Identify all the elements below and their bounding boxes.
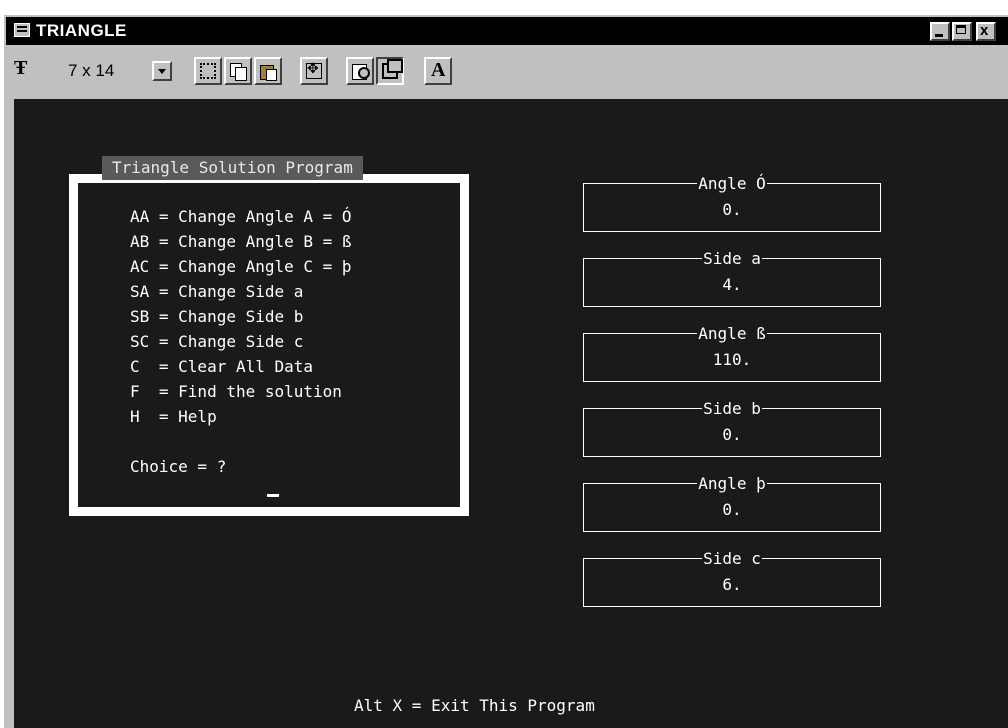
- field-value: 110.: [712, 350, 752, 369]
- field-label: Angle Ó: [697, 174, 767, 193]
- field-label: Side a: [702, 249, 762, 268]
- background-icon: [382, 59, 403, 79]
- menu-item-sc: SC = Change Side c: [130, 332, 304, 351]
- font-icon: A: [431, 59, 446, 81]
- copy-button[interactable]: [224, 57, 252, 85]
- menu-item-sb: SB = Change Side b: [130, 307, 304, 326]
- maximize-button[interactable]: [952, 22, 972, 41]
- field-value: 0.: [722, 500, 742, 519]
- menu-title: Triangle Solution Program: [102, 156, 363, 180]
- minimize-button[interactable]: [930, 22, 950, 41]
- mark-button[interactable]: [194, 57, 222, 85]
- field-value: 6.: [722, 575, 742, 594]
- menu-item-help: H = Help: [130, 407, 217, 426]
- field-label: Angle ß: [697, 324, 767, 343]
- menu-item-ac: AC = Change Angle C = þ: [130, 257, 352, 276]
- menu-item-ab: AB = Change Angle B = ß: [130, 232, 352, 251]
- menu-item-sa: SA = Change Side a: [130, 282, 304, 301]
- paste-button[interactable]: [254, 57, 282, 85]
- font-size-value: 7 x 14: [68, 61, 115, 80]
- mark-icon: [200, 63, 216, 79]
- font-type-icon: Ŧ: [14, 57, 28, 79]
- font-size-select[interactable]: 7 x 14: [40, 58, 174, 84]
- system-menu-icon[interactable]: [14, 23, 30, 37]
- fullscreen-button[interactable]: [300, 57, 328, 85]
- menu-item-aa: AA = Change Angle A = Ó: [130, 207, 352, 226]
- field-label: Side b: [702, 399, 762, 418]
- menu-item-find: F = Find the solution: [130, 382, 342, 401]
- field-side-b: Side b 0.: [583, 399, 881, 457]
- field-value: 0.: [722, 425, 742, 444]
- choice-prompt: Choice = ?: [130, 457, 227, 476]
- close-button[interactable]: x: [976, 22, 996, 41]
- field-side-a: Side a 4.: [583, 249, 881, 307]
- properties-icon: [352, 63, 370, 80]
- menu-item-clear: C = Clear All Data: [130, 357, 314, 376]
- copy-icon: [230, 63, 247, 81]
- field-label: Angle þ: [697, 474, 767, 493]
- text-cursor: [267, 494, 279, 497]
- field-angle-c: Angle þ 0.: [583, 474, 881, 532]
- background-button[interactable]: [376, 57, 404, 85]
- console-area[interactable]: Triangle Solution Program AA = Change An…: [14, 99, 1008, 728]
- window-title: TRIANGLE: [36, 21, 127, 40]
- console-window: TRIANGLE x Ŧ 7 x 14 A Triangle Solution …: [4, 15, 1008, 728]
- properties-button[interactable]: [346, 57, 374, 85]
- field-value: 4.: [722, 275, 742, 294]
- field-side-c: Side c 6.: [583, 549, 881, 607]
- field-angle-a: Angle Ó 0.: [583, 174, 881, 232]
- font-button[interactable]: A: [424, 57, 452, 85]
- field-label: Side c: [702, 549, 762, 568]
- field-value: 0.: [722, 200, 742, 219]
- fullscreen-icon: [306, 61, 322, 79]
- title-bar[interactable]: TRIANGLE x: [6, 17, 1008, 45]
- chevron-down-icon[interactable]: [152, 61, 172, 81]
- toolbar: Ŧ 7 x 14 A: [6, 47, 1008, 93]
- exit-hint: Alt X = Exit This Program: [354, 696, 595, 715]
- field-angle-b: Angle ß 110.: [583, 324, 881, 382]
- paste-icon: [260, 63, 277, 81]
- close-icon: x: [980, 22, 989, 39]
